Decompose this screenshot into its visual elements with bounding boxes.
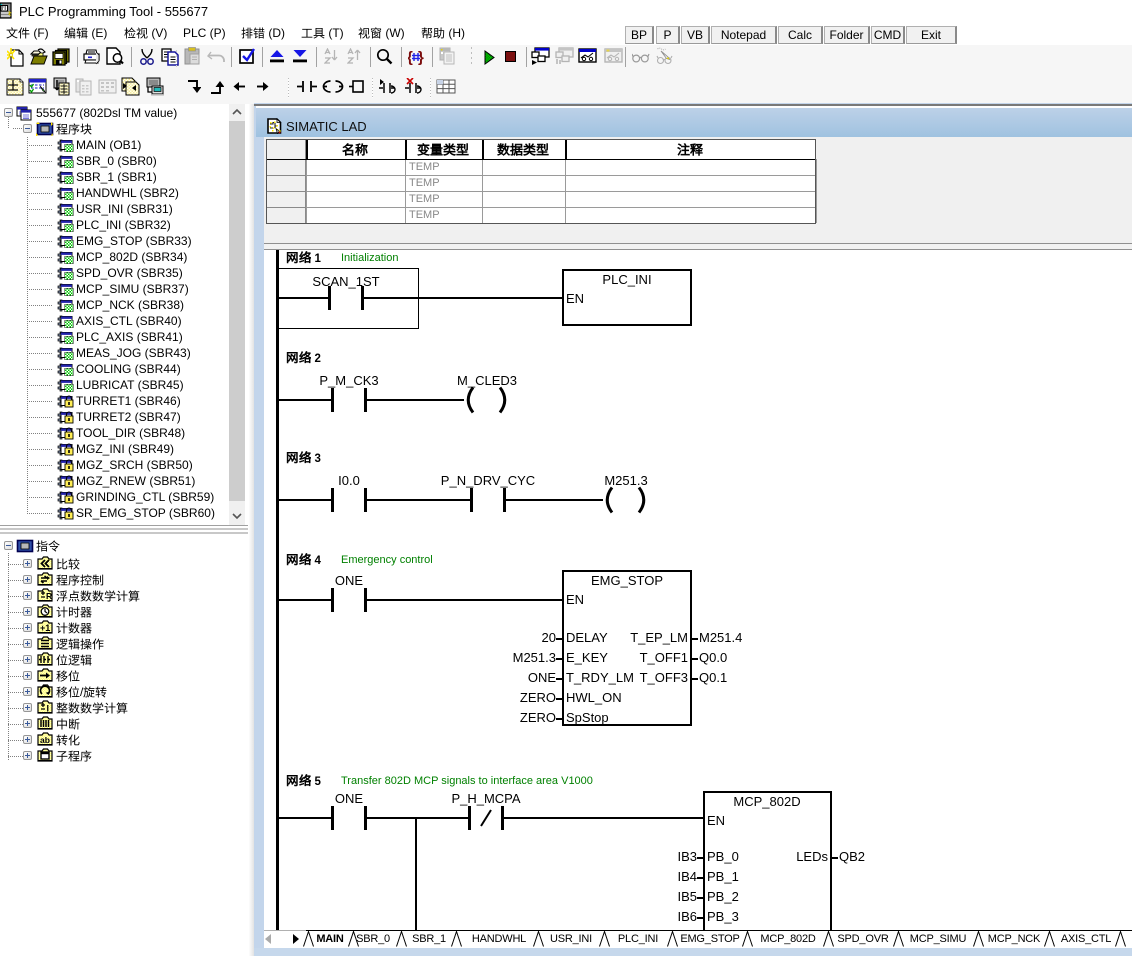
- svg-text:R: R: [46, 591, 52, 601]
- svg-text:ab: ab: [40, 735, 50, 745]
- svg-text:I: I: [47, 704, 50, 714]
- svg-text:{: {: [408, 49, 413, 65]
- svg-text:}: }: [418, 49, 424, 65]
- svg-text:+1: +1: [40, 623, 50, 633]
